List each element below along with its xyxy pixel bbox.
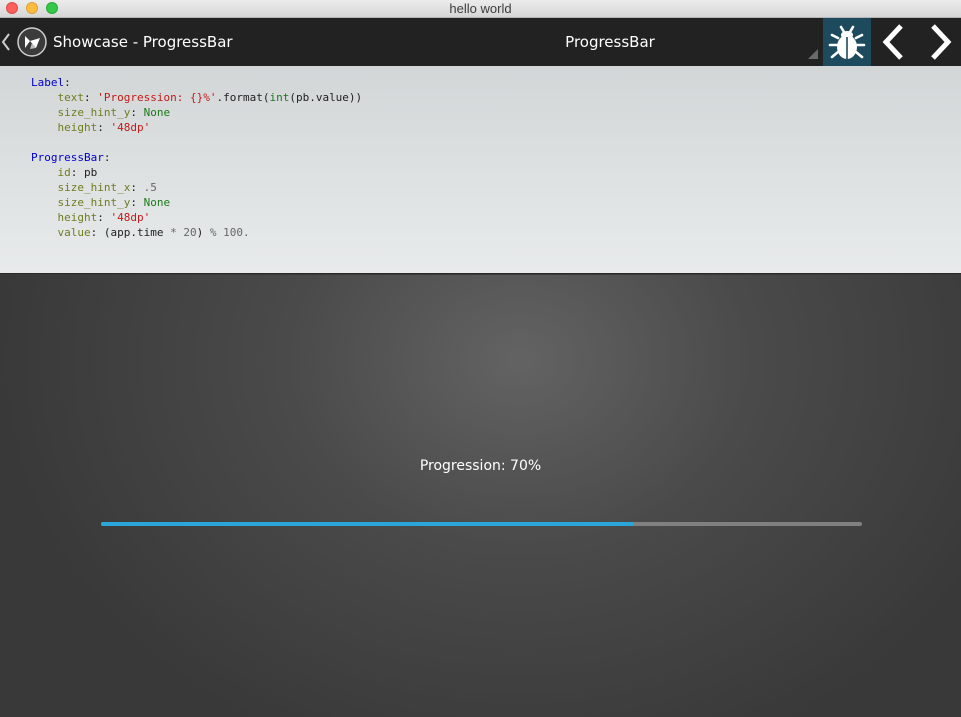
code-line: height: '48dp' xyxy=(31,120,961,135)
code-token: '48dp' xyxy=(110,211,151,224)
code-token: 'Progression: {}%' xyxy=(97,91,217,104)
code-token: : xyxy=(103,151,111,164)
spinner-arrow-icon xyxy=(808,49,818,59)
previous-screen-button[interactable] xyxy=(871,18,916,66)
code-token: size_hint_y xyxy=(57,196,131,209)
progress-bar xyxy=(101,522,862,526)
code-token: .5 xyxy=(143,181,157,194)
code-token: 100. xyxy=(223,226,250,239)
code-line: ProgressBar: xyxy=(31,150,961,165)
code-token: (pb.value)) xyxy=(289,91,363,104)
code-token: : (app.time xyxy=(90,226,171,239)
chevron-left-icon xyxy=(1,33,10,51)
code-line: id: pb xyxy=(31,165,961,180)
code-token: id xyxy=(57,166,71,179)
code-token: : xyxy=(130,181,144,194)
code-line: height: '48dp' xyxy=(31,210,961,225)
code-token: ProgressBar xyxy=(31,151,104,164)
app-logo[interactable] xyxy=(17,27,47,57)
chevron-left-icon xyxy=(882,24,903,60)
showcase-spinner[interactable]: ProgressBar xyxy=(400,18,820,66)
debug-toggle-button[interactable] xyxy=(823,18,871,66)
code-token: Label xyxy=(31,76,65,89)
code-token: 20 xyxy=(183,226,197,239)
spinner-selected-value: ProgressBar xyxy=(565,33,655,51)
kv-code-panel[interactable]: Label: text: 'Progression: {}%'.format(i… xyxy=(0,66,961,274)
chevron-right-icon xyxy=(931,24,952,60)
code-line: Label: xyxy=(31,75,961,90)
back-button[interactable] xyxy=(0,32,12,52)
app-window: hello world Showcase - ProgressBar Progr… xyxy=(0,0,961,717)
window-titlebar[interactable]: hello world xyxy=(0,0,961,18)
code-token: * xyxy=(170,226,177,239)
kivy-logo-icon xyxy=(17,27,47,57)
bug-icon xyxy=(828,25,866,59)
code-token: : pb xyxy=(70,166,98,179)
code-token: None xyxy=(143,196,171,209)
code-token: None xyxy=(143,106,171,119)
code-token: int xyxy=(269,91,290,104)
code-token: height xyxy=(57,121,98,134)
action-bar: Showcase - ProgressBar ProgressBar xyxy=(0,18,961,66)
code-token: text xyxy=(57,91,85,104)
code-line: size_hint_y: None xyxy=(31,105,961,120)
progress-bar-fill xyxy=(101,522,634,526)
code-token: size_hint_x xyxy=(57,181,131,194)
progression-label: Progression: 70% xyxy=(419,458,542,474)
code-token: '48dp' xyxy=(110,121,151,134)
code-token: : xyxy=(97,121,111,134)
code-token: size_hint_y xyxy=(57,106,131,119)
code-token: : xyxy=(130,106,144,119)
code-token: : xyxy=(97,211,111,224)
code-line: value: (app.time * 20) % 100. xyxy=(31,225,961,240)
code-token: : xyxy=(64,76,71,89)
code-line: size_hint_x: .5 xyxy=(31,180,961,195)
app-title: Showcase - ProgressBar xyxy=(53,33,233,51)
showcase-stage: Progression: 70% xyxy=(0,275,961,717)
next-screen-button[interactable] xyxy=(916,18,961,66)
code-token: : xyxy=(84,91,98,104)
code-token: value xyxy=(57,226,91,239)
code-token: ) xyxy=(196,226,210,239)
code-line: text: 'Progression: {}%'.format(int(pb.v… xyxy=(31,90,961,105)
code-token: : xyxy=(130,196,144,209)
window-title: hello world xyxy=(449,1,512,16)
code-line: size_hint_y: None xyxy=(31,195,961,210)
code-token: height xyxy=(57,211,98,224)
code-token: .format( xyxy=(216,91,270,104)
